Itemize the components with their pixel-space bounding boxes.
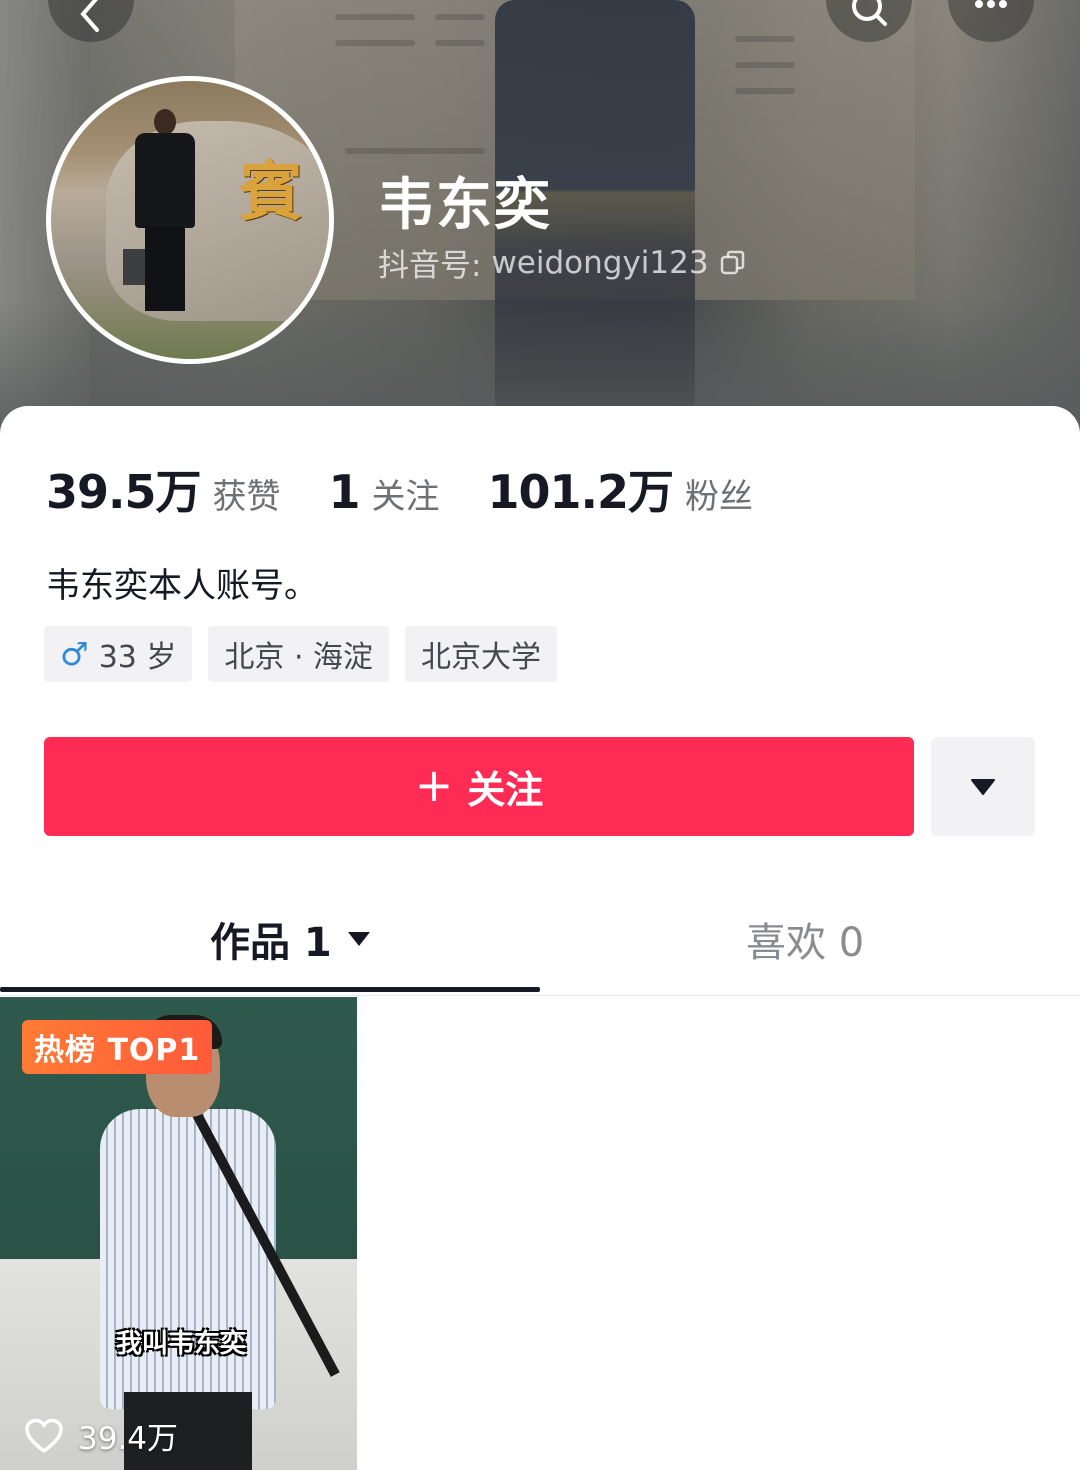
douyin-id-label: 抖音号: xyxy=(378,248,482,284)
avatar-glyph: 賓 xyxy=(239,155,303,230)
back-icon xyxy=(80,0,99,32)
tag-school[interactable]: 北京大学 xyxy=(405,626,558,682)
avatar-person xyxy=(145,226,185,311)
tag-location: 北京 · 海淀 xyxy=(208,626,390,682)
caret-down-icon[interactable] xyxy=(346,929,372,949)
more-actions-button[interactable] xyxy=(931,737,1035,836)
video-caption: 我叫韦东奕 xyxy=(116,1329,247,1359)
plaque-line xyxy=(335,40,415,46)
hot-rank-badge: 热榜 TOP1 xyxy=(22,1020,213,1074)
plaque-line xyxy=(735,88,795,94)
plaque-line xyxy=(335,14,415,20)
bio-text: 韦东奕本人账号。 xyxy=(46,566,318,606)
avatar-bag xyxy=(123,249,145,285)
profile-name: 韦东奕 xyxy=(378,173,552,238)
caret-down-icon xyxy=(971,778,995,795)
tag-location-text: 北京 · 海淀 xyxy=(224,640,374,675)
tag-age: 33 岁 xyxy=(98,640,177,675)
stat-value: 1 xyxy=(328,465,361,519)
stat-following[interactable]: 1 关注 xyxy=(329,465,440,519)
stat-label: 关注 xyxy=(371,477,440,517)
stat-followers[interactable]: 101.2万 粉丝 xyxy=(488,456,754,522)
search-icon xyxy=(852,0,887,26)
copy-icon[interactable] xyxy=(719,249,747,277)
plaque-line xyxy=(435,14,485,20)
avatar-person xyxy=(154,109,176,135)
profile-tags: ♂ 33 岁 北京 · 海淀 北京大学 xyxy=(44,626,558,682)
plaque-line xyxy=(345,148,485,154)
video-likes: 39.4万 xyxy=(24,1413,178,1458)
plaque-line xyxy=(435,40,485,46)
tab-works[interactable]: 作品 1 xyxy=(210,910,372,968)
content-tabs: 作品 1 喜欢 0 xyxy=(0,900,1080,996)
male-icon: ♂ xyxy=(60,635,89,673)
stat-value: 39.5万 xyxy=(46,465,201,519)
plaque-line xyxy=(735,62,795,68)
avatar-person xyxy=(135,133,195,228)
follow-label: 关注 xyxy=(467,768,544,812)
stat-label: 获赞 xyxy=(212,477,281,517)
tab-likes-label: 喜欢 0 xyxy=(746,920,865,966)
video-likes-count: 39.4万 xyxy=(78,1421,179,1457)
heart-icon xyxy=(25,1418,63,1453)
follow-button[interactable]: + 关注 xyxy=(44,737,914,836)
douyin-id-row[interactable]: 抖音号: weidongyi123 xyxy=(378,240,747,285)
thumb-person xyxy=(100,1109,276,1409)
plaque-line xyxy=(735,36,795,42)
tab-works-label: 作品 1 xyxy=(210,920,332,966)
avatar[interactable]: 賓 xyxy=(46,76,334,364)
tag-gender-age: ♂ 33 岁 xyxy=(44,626,193,682)
stats-row: 39.5万 获赞 1 关注 101.2万 粉丝 xyxy=(46,456,801,522)
more-icon xyxy=(975,0,1007,8)
tab-likes[interactable]: 喜欢 0 xyxy=(746,910,864,968)
tag-school-text: 北京大学 xyxy=(421,640,542,675)
tab-active-indicator xyxy=(0,987,540,992)
stat-likes[interactable]: 39.5万 获赞 xyxy=(46,456,281,522)
stat-value: 101.2万 xyxy=(487,465,675,519)
plus-icon: + xyxy=(414,757,454,812)
stat-label: 粉丝 xyxy=(685,477,754,517)
video-thumbnail[interactable]: 热榜 TOP1 我叫韦东奕 39.4万 xyxy=(0,997,357,1470)
douyin-id-value: weidongyi123 xyxy=(491,244,709,281)
profile-card: 39.5万 获赞 1 关注 101.2万 粉丝 韦东奕本人账号。 ♂ 33 岁 … xyxy=(0,406,1080,1470)
